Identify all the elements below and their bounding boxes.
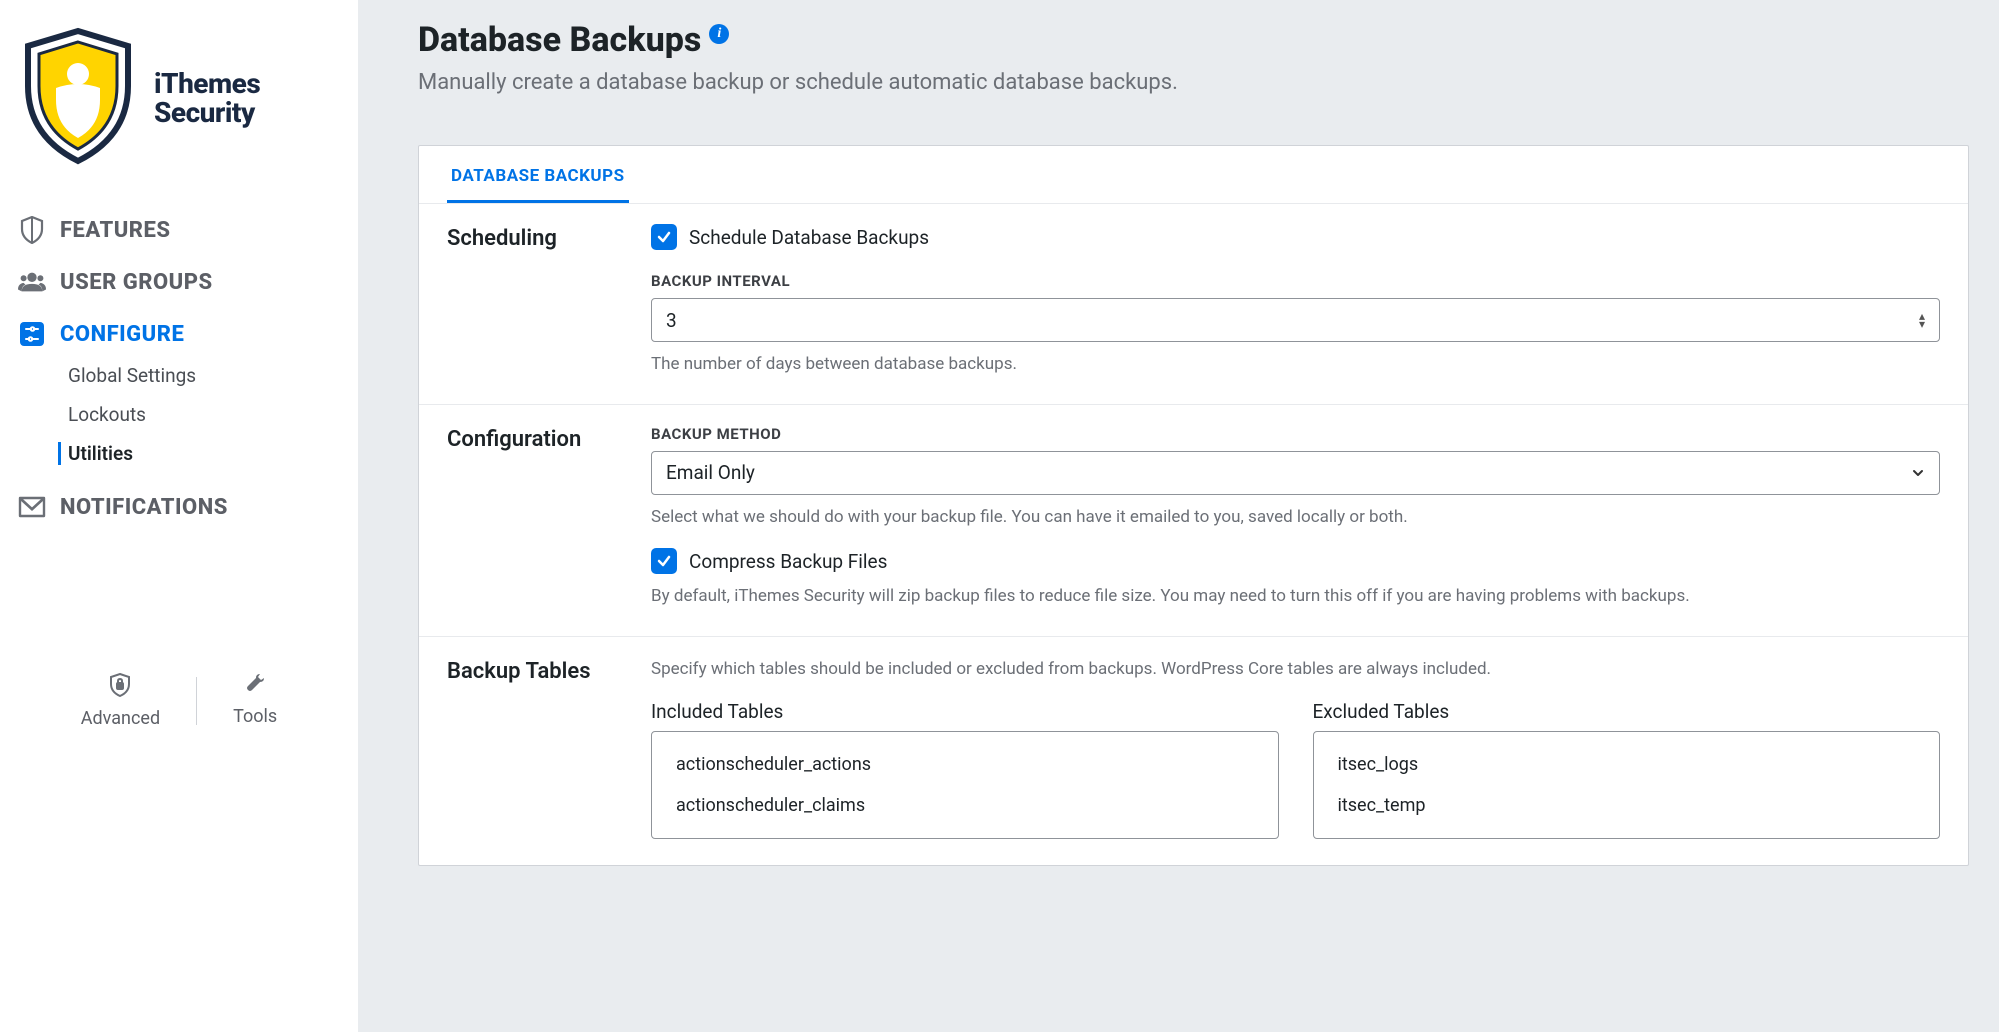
- tab-database-backups[interactable]: DATABASE BACKUPS: [447, 146, 629, 203]
- included-listbox[interactable]: actionscheduler_actions actionscheduler_…: [651, 731, 1279, 839]
- checkbox-label: Schedule Database Backups: [689, 226, 929, 249]
- help-text: The number of days between database back…: [651, 352, 1940, 378]
- column-title: Included Tables: [651, 700, 1279, 723]
- nav-list: FEATURES USER GROUPS CONFIGURE: [18, 204, 340, 360]
- wrench-icon: [244, 673, 266, 700]
- footer-tools[interactable]: Tools: [233, 673, 277, 729]
- nav-label: FEATURES: [60, 218, 171, 243]
- list-item[interactable]: itsec_logs: [1314, 744, 1940, 785]
- subnav-global-settings[interactable]: Global Settings: [68, 356, 340, 395]
- backup-interval-input[interactable]: 3 ▴▾: [651, 298, 1940, 342]
- nav-label: NOTIFICATIONS: [60, 495, 228, 520]
- sidebar-footer: Advanced Tools: [18, 653, 340, 729]
- users-icon: [18, 268, 46, 296]
- check-icon: [656, 229, 672, 245]
- section-body: BACKUP METHOD Email Only Select what we …: [651, 425, 1940, 610]
- input-value: 3: [666, 309, 677, 332]
- checkbox-label: Compress Backup Files: [689, 550, 887, 573]
- section-body: Specify which tables should be included …: [651, 657, 1940, 840]
- page-subtitle: Manually create a database backup or sch…: [418, 70, 1969, 95]
- brand-text: iThemes Security: [154, 69, 260, 128]
- page-title: Database Backups i: [418, 20, 729, 60]
- brand-line1: iThemes: [154, 69, 260, 98]
- configure-subnav: Global Settings Lockouts Utilities: [18, 356, 340, 473]
- tabs: DATABASE BACKUPS: [419, 146, 1968, 203]
- nav-configure[interactable]: CONFIGURE: [18, 308, 340, 360]
- check-icon: [656, 553, 672, 569]
- help-text: Specify which tables should be included …: [651, 657, 1940, 683]
- section-heading: Configuration: [447, 425, 651, 610]
- nav-notifications[interactable]: NOTIFICATIONS: [18, 481, 340, 533]
- nav-user-groups[interactable]: USER GROUPS: [18, 256, 340, 308]
- nav-features[interactable]: FEATURES: [18, 204, 340, 256]
- list-item[interactable]: actionscheduler_actions: [652, 744, 1278, 785]
- tables-columns: Included Tables actionscheduler_actions …: [651, 700, 1940, 839]
- subnav-utilities[interactable]: Utilities: [68, 434, 340, 473]
- settings-card: DATABASE BACKUPS Scheduling Schedule Dat…: [418, 145, 1969, 866]
- help-text: By default, iThemes Security will zip ba…: [651, 584, 1940, 610]
- footer-advanced[interactable]: Advanced: [81, 673, 160, 729]
- column-title: Excluded Tables: [1313, 700, 1941, 723]
- sidebar: iThemes Security FEATURES USER GROUPS CO…: [0, 0, 358, 1032]
- section-backup-tables: Backup Tables Specify which tables shoul…: [419, 636, 1968, 866]
- list-item[interactable]: itsec_temp: [1314, 785, 1940, 826]
- mail-icon: [18, 493, 46, 521]
- help-text: Select what we should do with your backu…: [651, 505, 1940, 531]
- compress-checkbox[interactable]: [651, 548, 677, 574]
- brand-line2: Security: [154, 98, 260, 127]
- schedule-checkbox[interactable]: [651, 224, 677, 250]
- section-body: Schedule Database Backups BACKUP INTERVA…: [651, 224, 1940, 378]
- brand-logo: iThemes Security: [18, 20, 340, 204]
- select-value: Email Only: [666, 461, 755, 484]
- section-scheduling: Scheduling Schedule Database Backups BAC…: [419, 203, 1968, 404]
- list-item[interactable]: actionscheduler_claims: [652, 785, 1278, 826]
- included-column: Included Tables actionscheduler_actions …: [651, 700, 1279, 839]
- backup-method-select[interactable]: Email Only: [651, 451, 1940, 495]
- number-stepper-icon[interactable]: ▴▾: [1919, 312, 1925, 329]
- shield-logo-icon: [18, 26, 138, 170]
- sliders-icon: [18, 320, 46, 348]
- footer-label: Tools: [233, 706, 277, 727]
- section-configuration: Configuration BACKUP METHOD Email Only S…: [419, 404, 1968, 636]
- nav-list-lower: NOTIFICATIONS: [18, 481, 340, 533]
- shield-icon: [18, 216, 46, 244]
- section-heading: Scheduling: [447, 224, 651, 378]
- excluded-column: Excluded Tables itsec_logs itsec_temp: [1313, 700, 1941, 839]
- footer-divider: [196, 677, 197, 725]
- subnav-lockouts[interactable]: Lockouts: [68, 395, 340, 434]
- method-label: BACKUP METHOD: [651, 425, 1940, 443]
- nav-label: CONFIGURE: [60, 322, 184, 347]
- schedule-checkbox-row: Schedule Database Backups: [651, 224, 1940, 250]
- page-title-text: Database Backups: [418, 20, 701, 60]
- interval-label: BACKUP INTERVAL: [651, 272, 1940, 290]
- info-icon[interactable]: i: [709, 24, 729, 44]
- nav-label: USER GROUPS: [60, 270, 213, 295]
- main-content: Database Backups i Manually create a dat…: [358, 0, 1999, 1032]
- compress-checkbox-row: Compress Backup Files: [651, 548, 1940, 574]
- footer-label: Advanced: [81, 708, 160, 729]
- excluded-listbox[interactable]: itsec_logs itsec_temp: [1313, 731, 1941, 839]
- section-heading: Backup Tables: [447, 657, 651, 840]
- chevron-down-icon: [1911, 466, 1925, 480]
- lock-shield-icon: [109, 673, 131, 702]
